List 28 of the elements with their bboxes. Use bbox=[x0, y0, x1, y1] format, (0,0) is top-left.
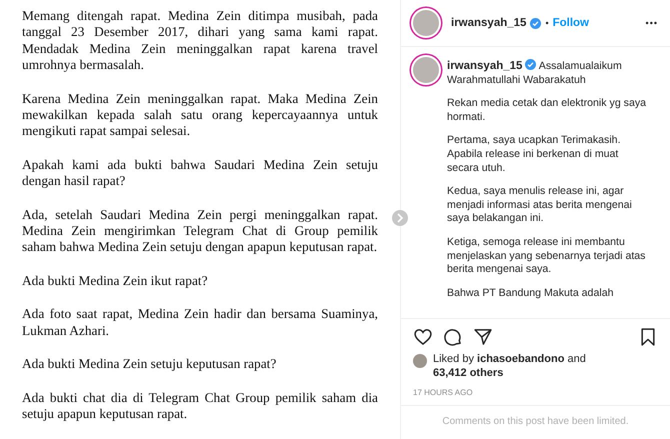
document-paragraph: Ada, setelah Saudari Medina Zein pergi meninggalkan rapat. Medina Zein mengirimkan Telegram Chat di Group pemilik saham bahwa Medina Zein setuju dengan apapun keputusan rapat. bbox=[22, 206, 378, 256]
document-paragraph: Ada bukti chat dia di Telegram Chat Group pemilik saham dia setuju apapun keputusan rapat. bbox=[22, 390, 378, 422]
avatar[interactable] bbox=[413, 10, 439, 36]
username-link[interactable]: irwansyah_15 bbox=[447, 60, 522, 72]
caption-text: Bahwa PT Bandung Makuta adalah bbox=[447, 286, 614, 300]
likes-text: Liked by ichasoebandono and 63,412 others bbox=[433, 353, 586, 380]
comments-notice: Comments on this post have been limited. bbox=[441, 415, 630, 429]
more-options-button[interactable]: ••• bbox=[646, 18, 658, 28]
document-paragraph: Karena Medina Zein meninggalkan rapat. Maka Medina Zein mewakilkan kepada salah satu orang kepercayaannya untuk mengikuti rapat sampai selesai. bbox=[22, 90, 378, 140]
username[interactable]: irwansyah_15 bbox=[451, 17, 526, 29]
heart-icon[interactable] bbox=[413, 327, 433, 347]
caption-text: Rekan media cetak dan elektronik yg saya hormati. bbox=[447, 97, 648, 124]
document-paragraph: Ada foto saat rapat, Medina Zein hadir dan bersama Suaminya, Lukman Azhari. bbox=[22, 306, 378, 340]
document-paragraph: Ada bukti Medina Zein setuju keputusan rapat? bbox=[22, 356, 278, 372]
timestamp: 17 HOURS AGO bbox=[401, 382, 670, 406]
caption-text: Pertama, saya ucapkan Terimakasih. Apabila release ini berkenan di muat secara utuh. bbox=[447, 134, 622, 176]
separator-dot: • bbox=[545, 18, 549, 28]
avatar[interactable] bbox=[413, 57, 439, 83]
caption-text: Kedua, saya menulis release ini, agar menjadi informasi atas berita mengenai saya belakangan ini. bbox=[447, 185, 633, 226]
comment-icon[interactable] bbox=[443, 327, 463, 347]
document-paragraph: Memang ditengah rapat. Medina Zein ditimpa musibah, pada tanggal 23 Desember 2017, dihari yang sama kami rapat. Mendadak Medina Zein meninggalkan rapat karena travel umrohnya bermasalah. bbox=[22, 8, 378, 74]
share-icon[interactable] bbox=[473, 327, 493, 347]
document-paragraph: Apakah kami ada bukti bahwa Saudari Medina Zein setuju dengan hasil rapat? bbox=[22, 156, 378, 190]
liker-avatar[interactable] bbox=[413, 354, 427, 368]
caption-text: irwansyah_15 Assalamualaikum Warahmatullahi Wabarakatuh bbox=[447, 59, 623, 88]
document-paragraph: Ada bukti Medina Zein ikut rapat? bbox=[22, 272, 209, 290]
chevron-right-icon bbox=[396, 213, 404, 223]
caption-text: Ketiga, semoga release ini membantu menjelaskan yang sebenarnya terjadi atas berita mengenai saya. bbox=[447, 236, 646, 277]
